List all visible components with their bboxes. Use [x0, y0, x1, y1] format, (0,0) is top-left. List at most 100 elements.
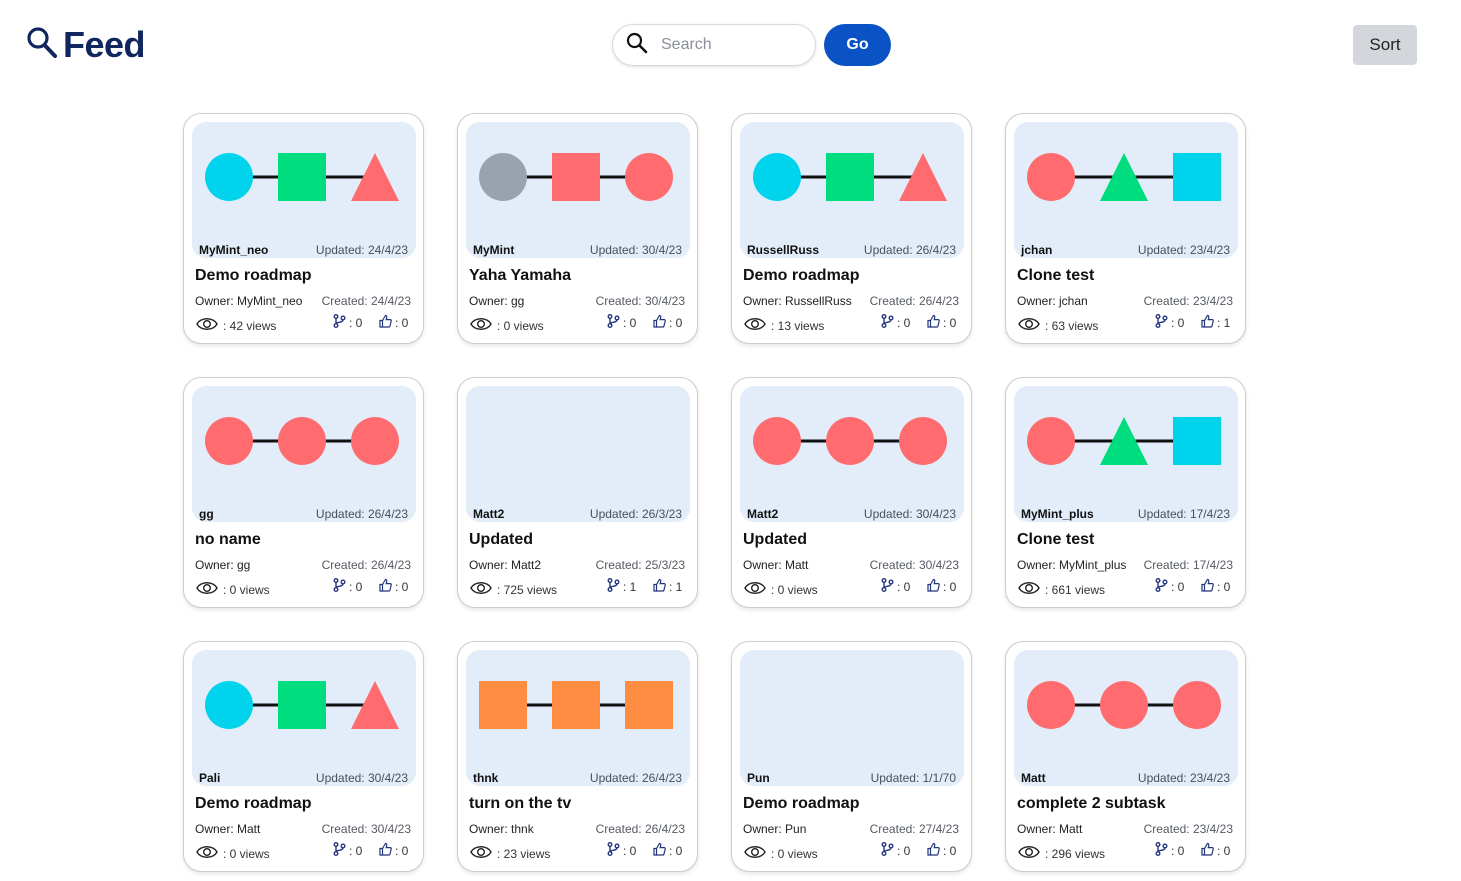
fork-button[interactable]: : 0 [333, 578, 362, 595]
roadmap-title[interactable]: Demo roadmap [195, 795, 311, 813]
roadmap-card[interactable]: RussellRuss Updated: 26/4/23 Demo roadma… [731, 113, 972, 344]
like-button[interactable]: : 0 [927, 578, 956, 595]
search-input[interactable] [661, 36, 801, 54]
roadmap-title[interactable]: Demo roadmap [743, 267, 859, 285]
roadmap-title[interactable]: Updated [743, 531, 807, 549]
author-name[interactable]: Matt2 [747, 507, 778, 521]
updated-date: Updated: 17/4/23 [1137, 507, 1230, 521]
author-name[interactable]: Matt2 [473, 507, 504, 521]
like-button[interactable]: : 0 [1201, 842, 1230, 859]
fork-button[interactable]: : 0 [881, 578, 910, 595]
author-name[interactable]: RussellRuss [747, 243, 819, 257]
fork-icon [1155, 842, 1171, 859]
roadmap-thumbnail[interactable]: RussellRuss Updated: 26/4/23 [740, 122, 964, 258]
like-button[interactable]: : 0 [379, 842, 408, 859]
roadmap-card[interactable]: Pali Updated: 30/4/23 Demo roadmap Owner… [183, 641, 424, 872]
like-button[interactable]: : 0 [1201, 578, 1230, 595]
created-date: Created: 26/4/23 [595, 822, 685, 836]
author-name[interactable]: Pali [199, 771, 220, 785]
roadmap-card[interactable]: Matt Updated: 23/4/23 complete 2 subtask… [1005, 641, 1246, 872]
roadmap-thumbnail[interactable]: Matt Updated: 23/4/23 [1014, 650, 1238, 786]
fork-button[interactable]: : 0 [881, 314, 910, 331]
like-button[interactable]: : 0 [653, 314, 682, 331]
roadmap-card[interactable]: MyMint Updated: 30/4/23 Yaha Yamaha Owne… [457, 113, 698, 344]
author-name[interactable]: Pun [747, 771, 770, 785]
roadmap-thumbnail[interactable]: Pali Updated: 30/4/23 [192, 650, 416, 786]
fork-button[interactable]: : 0 [1155, 578, 1184, 595]
roadmap-card[interactable]: gg Updated: 26/4/23 no name Owner: gg Cr… [183, 377, 424, 608]
card-stats: : 661 views : 0: 0 [1017, 578, 1235, 598]
fork-icon [333, 842, 349, 859]
like-button[interactable]: : 0 [379, 314, 408, 331]
roadmap-title[interactable]: complete 2 subtask [1017, 795, 1166, 813]
author-name[interactable]: gg [199, 507, 214, 521]
like-button[interactable]: : 0 [927, 842, 956, 859]
roadmap-thumbnail[interactable]: MyMint Updated: 30/4/23 [466, 122, 690, 258]
like-button[interactable]: : 0 [653, 842, 682, 859]
roadmap-diagram [753, 153, 947, 201]
fork-button[interactable]: : 0 [1155, 314, 1184, 331]
fork-count: : 0 [349, 843, 363, 858]
author-name[interactable]: thnk [473, 771, 498, 785]
created-date: Created: 30/4/23 [321, 822, 411, 836]
fork-button[interactable]: : 0 [1155, 842, 1184, 859]
fork-button[interactable]: : 0 [333, 842, 362, 859]
fork-button[interactable]: : 0 [607, 842, 636, 859]
like-count: : 1 [669, 579, 683, 594]
roadmap-title[interactable]: Demo roadmap [195, 267, 311, 285]
roadmap-title[interactable]: no name [195, 531, 261, 549]
roadmap-card[interactable]: Matt2 Updated: 26/3/23 Updated Owner: Ma… [457, 377, 698, 608]
roadmap-title[interactable]: Clone test [1017, 267, 1094, 285]
roadmap-thumbnail[interactable]: thnk Updated: 26/4/23 [466, 650, 690, 786]
fork-button[interactable]: : 1 [607, 578, 636, 595]
like-button[interactable]: : 0 [927, 314, 956, 331]
fork-button[interactable]: : 0 [333, 314, 362, 331]
roadmap-card[interactable]: MyMint_neo Updated: 24/4/23 Demo roadmap… [183, 113, 424, 344]
fork-icon [1155, 578, 1171, 595]
fork-icon [881, 314, 897, 331]
roadmap-thumbnail[interactable]: jchan Updated: 23/4/23 [1014, 122, 1238, 258]
fork-button[interactable]: : 0 [881, 842, 910, 859]
like-count: : 0 [395, 579, 409, 594]
author-name[interactable]: MyMint_plus [1021, 507, 1094, 521]
roadmap-thumbnail[interactable]: Matt2 Updated: 30/4/23 [740, 386, 964, 522]
roadmap-title[interactable]: Yaha Yamaha [469, 267, 571, 285]
like-button[interactable]: : 1 [653, 578, 682, 595]
author-name[interactable]: MyMint [473, 243, 514, 257]
roadmap-node-circle [625, 153, 673, 201]
roadmap-node-square [278, 153, 326, 201]
author-name[interactable]: Matt [1021, 771, 1046, 785]
like-button[interactable]: : 0 [379, 578, 408, 595]
roadmap-diagram [753, 417, 947, 465]
roadmap-card[interactable]: thnk Updated: 26/4/23 turn on the tv Own… [457, 641, 698, 872]
author-name[interactable]: MyMint_neo [199, 243, 268, 257]
go-button[interactable]: Go [824, 24, 891, 66]
roadmap-title[interactable]: Updated [469, 531, 533, 549]
fork-count: : 0 [1171, 315, 1185, 330]
roadmap-card[interactable]: Matt2 Updated: 30/4/23 Updated Owner: Ma… [731, 377, 972, 608]
roadmap-card[interactable]: Pun Updated: 1/1/70 Demo roadmap Owner: … [731, 641, 972, 872]
roadmap-thumbnail[interactable]: MyMint_neo Updated: 24/4/23 [192, 122, 416, 258]
roadmap-thumbnail[interactable]: Pun Updated: 1/1/70 [740, 650, 964, 786]
feed-logo[interactable]: Feed [26, 25, 146, 65]
roadmap-title[interactable]: Demo roadmap [743, 795, 859, 813]
roadmap-card[interactable]: MyMint_plus Updated: 17/4/23 Clone test … [1005, 377, 1246, 608]
roadmap-thumbnail[interactable]: gg Updated: 26/4/23 [192, 386, 416, 522]
roadmap-thumbnail[interactable]: MyMint_plus Updated: 17/4/23 [1014, 386, 1238, 522]
roadmap-card[interactable]: jchan Updated: 23/4/23 Clone test Owner:… [1005, 113, 1246, 344]
header: Feed Go Sort [0, 0, 1461, 90]
fork-count: : 0 [349, 315, 363, 330]
roadmap-node-circle [899, 417, 947, 465]
like-button[interactable]: : 1 [1201, 314, 1230, 331]
author-name[interactable]: jchan [1021, 243, 1052, 257]
roadmap-title[interactable]: Clone test [1017, 531, 1094, 549]
search-box[interactable] [612, 24, 816, 66]
roadmap-thumbnail[interactable]: Matt2 Updated: 26/3/23 [466, 386, 690, 522]
eye-icon [1017, 842, 1045, 865]
created-date: Created: 30/4/23 [595, 294, 685, 308]
sort-button[interactable]: Sort [1353, 25, 1417, 65]
fork-button[interactable]: : 0 [607, 314, 636, 331]
roadmap-node-circle [1027, 681, 1075, 729]
views-stat: : 661 views [1017, 578, 1105, 601]
roadmap-title[interactable]: turn on the tv [469, 795, 571, 813]
